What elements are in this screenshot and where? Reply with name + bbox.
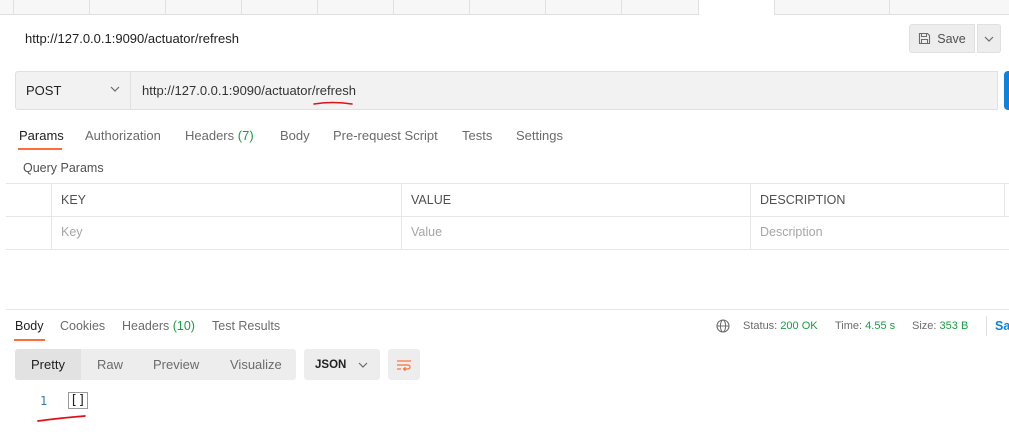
tab-slot[interactable]: [166, 0, 242, 14]
send-button[interactable]: [1004, 71, 1009, 110]
globe-icon[interactable]: [716, 319, 730, 333]
tab-tests[interactable]: Tests: [462, 128, 492, 143]
url-input[interactable]: http://127.0.0.1:9090/actuator/refresh: [131, 71, 998, 110]
chevron-down-icon: [984, 36, 994, 42]
method-label: POST: [26, 83, 62, 98]
tab-pre-request-script[interactable]: Pre-request Script: [333, 128, 438, 143]
view-raw-button[interactable]: Raw: [97, 349, 123, 380]
divider: [986, 316, 987, 336]
tab-slot[interactable]: [774, 0, 890, 14]
tab-slot[interactable]: [318, 0, 394, 14]
table-divider: [6, 216, 1009, 217]
description-input[interactable]: Description: [760, 225, 823, 239]
annotation-underline: [313, 101, 353, 105]
tab-slot[interactable]: [90, 0, 166, 14]
status-value: 200 OK: [780, 320, 818, 332]
chevron-down-icon: [358, 362, 368, 368]
tab-slot[interactable]: [470, 0, 546, 14]
format-select[interactable]: JSON: [304, 349, 380, 380]
save-label: Save: [937, 31, 966, 46]
column-header-description: DESCRIPTION: [760, 193, 846, 207]
save-button[interactable]: Save: [909, 24, 975, 53]
method-select[interactable]: POST: [15, 71, 131, 110]
query-params-label: Query Params: [23, 161, 104, 175]
value-input[interactable]: Value: [411, 225, 442, 239]
wrap-lines-icon: [397, 359, 411, 371]
table-divider: [750, 183, 751, 249]
view-visualize-button[interactable]: Visualize: [230, 349, 282, 380]
active-tab-indicator: [14, 339, 45, 341]
save-icon: [919, 32, 931, 45]
tab-slot[interactable]: [546, 0, 622, 14]
key-input[interactable]: Key: [61, 225, 83, 239]
response-tab-headers[interactable]: Headers (10): [122, 319, 195, 333]
response-tab-cookies[interactable]: Cookies: [60, 319, 105, 333]
tab-headers[interactable]: Headers (7): [185, 128, 254, 143]
view-preview-button[interactable]: Preview: [153, 349, 199, 380]
column-header-key: KEY: [61, 193, 87, 207]
table-divider: [6, 183, 1009, 184]
url-text: http://127.0.0.1:9090/actuator/refresh: [142, 83, 356, 98]
save-response-button[interactable]: Sa: [995, 319, 1009, 333]
line-number: 1: [40, 394, 48, 408]
tab-params[interactable]: Params: [19, 128, 64, 143]
tab-slot[interactable]: [14, 0, 90, 14]
response-tab-test-results[interactable]: Test Results: [212, 319, 280, 333]
tab-settings[interactable]: Settings: [516, 128, 563, 143]
time-meta[interactable]: Time: 4.55 s: [835, 320, 895, 332]
table-divider: [1004, 183, 1005, 216]
response-body-content[interactable]: []: [68, 392, 88, 409]
table-divider: [401, 183, 402, 249]
tab-authorization[interactable]: Authorization: [85, 128, 161, 143]
tab-slot[interactable]: [0, 0, 14, 14]
response-divider: [6, 309, 1009, 310]
format-label: JSON: [315, 358, 347, 371]
tab-slot[interactable]: [622, 0, 699, 14]
table-divider: [51, 183, 52, 249]
tab-slot[interactable]: [394, 0, 470, 14]
time-value: 4.55 s: [865, 320, 896, 332]
chevron-down-icon: [110, 86, 120, 92]
column-header-value: VALUE: [411, 193, 452, 207]
request-title: http://127.0.0.1:9090/actuator/refresh: [25, 31, 239, 46]
size-value: 353 B: [939, 320, 969, 332]
save-options-button[interactable]: [977, 24, 1001, 53]
annotation-underline: [37, 415, 86, 422]
response-tab-body[interactable]: Body: [15, 319, 44, 333]
view-pretty-button[interactable]: Pretty: [31, 349, 65, 380]
active-tab-indicator: [18, 148, 62, 150]
tab-slot[interactable]: [242, 0, 318, 14]
table-divider: [6, 249, 1009, 250]
status-meta[interactable]: Status: 200 OK: [743, 320, 818, 332]
tab-active[interactable]: [698, 0, 775, 15]
tab-body[interactable]: Body: [280, 128, 310, 143]
top-tab-strip: [0, 0, 1009, 15]
size-meta[interactable]: Size: 353 B: [912, 320, 968, 332]
wrap-lines-button[interactable]: [388, 349, 420, 380]
